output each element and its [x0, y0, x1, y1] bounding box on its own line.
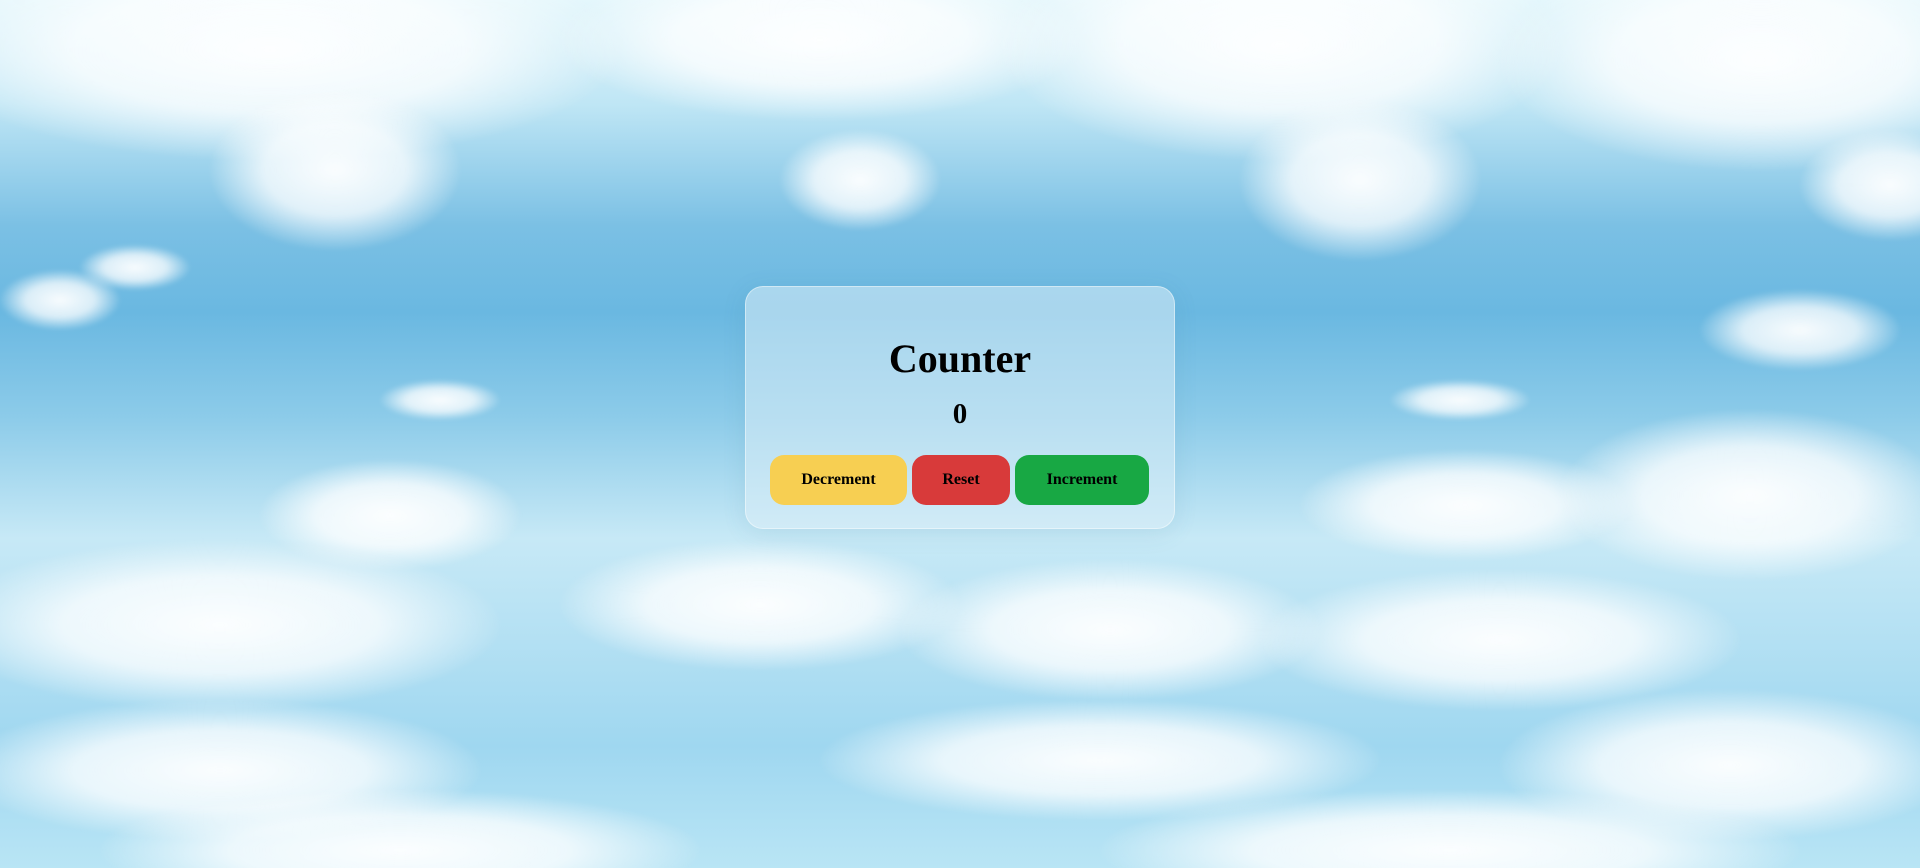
- counter-value: 0: [952, 398, 968, 430]
- cloud: [380, 380, 500, 420]
- increment-button[interactable]: Increment: [1015, 455, 1149, 505]
- cloud: [80, 245, 190, 290]
- counter-title: Counter: [888, 336, 1032, 381]
- counter-card: Counter 0 Decrement Reset Increment: [745, 286, 1175, 529]
- cloud: [1700, 290, 1900, 370]
- reset-button[interactable]: Reset: [912, 455, 1010, 505]
- cloud: [1240, 100, 1480, 260]
- cloud: [780, 130, 940, 230]
- cloud: [1390, 380, 1530, 420]
- cloud: [560, 540, 960, 670]
- cloud: [210, 90, 460, 250]
- button-row: Decrement Reset Increment: [770, 455, 1149, 505]
- cloud: [900, 560, 1320, 700]
- cloud: [1260, 570, 1740, 710]
- decrement-button[interactable]: Decrement: [770, 455, 907, 505]
- cloud: [1560, 410, 1920, 580]
